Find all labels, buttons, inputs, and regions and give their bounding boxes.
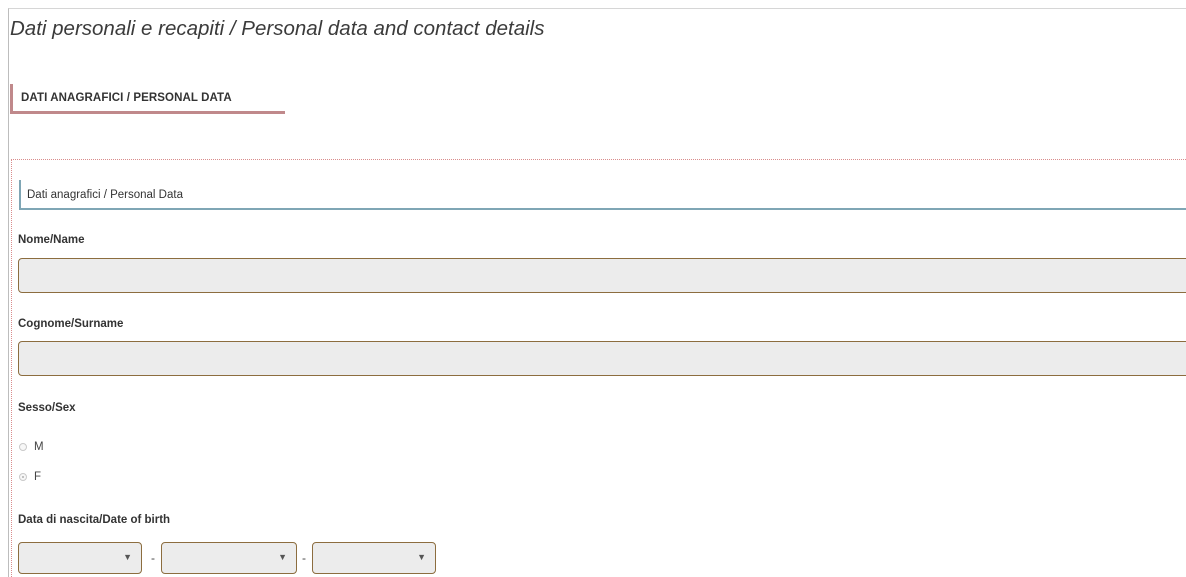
radio-m-label: M [34,441,44,453]
date-separator: - [302,551,306,565]
sex-option-m[interactable]: M [19,440,44,454]
birth-year-select[interactable]: ▼ [312,542,436,574]
radio-f-label: F [34,471,42,483]
section-tab-personal-data[interactable]: DATI ANAGRAFICI / PERSONAL DATA [10,84,285,114]
sex-label: Sesso/Sex [18,402,76,414]
birth-date-label: Data di nascita/Date of birth [18,514,171,526]
birth-month-select[interactable]: ▼ [161,542,297,574]
page-title: Dati personali e recapiti / Personal dat… [10,17,545,40]
name-input[interactable] [18,258,1186,293]
radio-f[interactable] [19,473,27,481]
surname-input[interactable] [18,341,1186,376]
sex-option-f[interactable]: F [19,470,41,484]
panel-header: Dati anagrafici / Personal Data [19,180,1186,210]
date-separator: - [151,551,155,565]
name-label: Nome/Name [18,234,85,246]
panel-header-label: Dati anagrafici / Personal Data [27,189,183,201]
chevron-down-icon: ▼ [278,552,287,562]
chevron-down-icon: ▼ [123,552,132,562]
chevron-down-icon: ▼ [417,552,426,562]
section-tab-label: DATI ANAGRAFICI / PERSONAL DATA [21,92,232,104]
surname-label: Cognome/Surname [18,318,124,330]
radio-m[interactable] [19,443,27,451]
birth-day-select[interactable]: ▼ [18,542,142,574]
